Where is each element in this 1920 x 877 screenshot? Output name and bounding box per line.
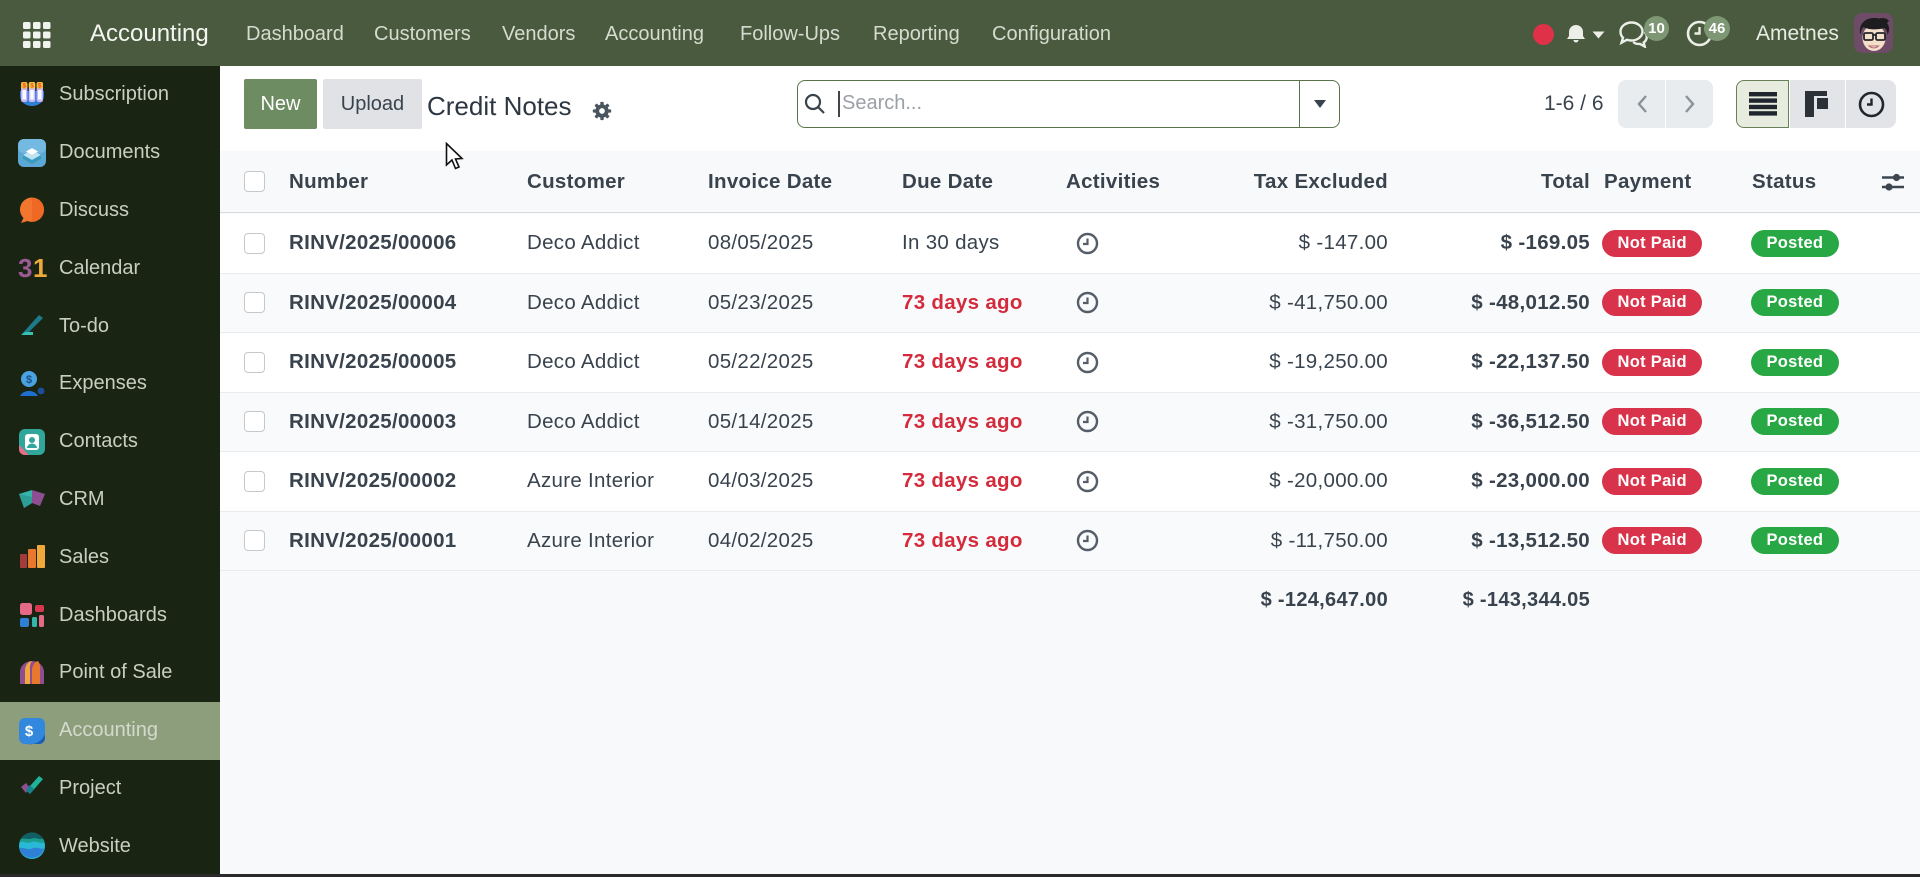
svg-text:1: 1 (33, 253, 47, 283)
svg-text:3: 3 (18, 253, 32, 283)
svg-text:$: $ (25, 723, 34, 740)
svg-text:$: $ (26, 374, 32, 386)
